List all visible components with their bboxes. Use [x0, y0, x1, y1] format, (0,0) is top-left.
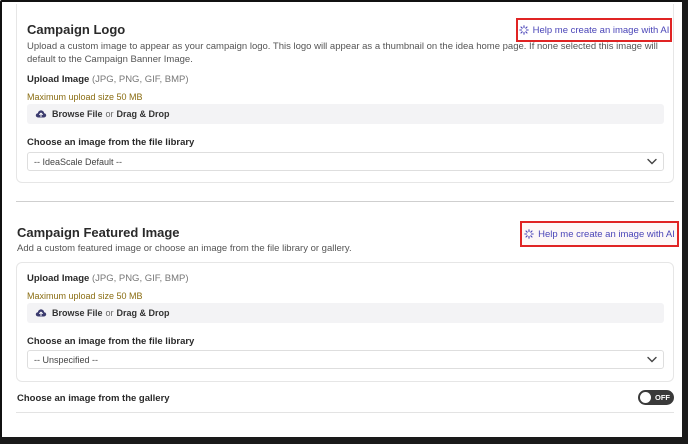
featured-image-description: Add a custom featured image or choose an… — [17, 243, 352, 254]
featured-ai-button-label: Help me create an image with AI — [538, 228, 675, 240]
campaign-logo-description: Upload a custom image to appear as your … — [27, 41, 658, 65]
campaign-logo-title: Campaign Logo — [27, 22, 126, 37]
toggle-knob — [640, 392, 651, 403]
featured-upload-formats: (JPG, PNG, GIF, BMP) — [91, 273, 189, 284]
logo-ai-button[interactable]: Help me create an image with AI — [516, 18, 672, 42]
featured-upload-dropzone[interactable]: Browse File or Drag & Drop — [27, 303, 664, 323]
featured-library-selected: -- Unspecified -- — [34, 354, 99, 365]
sparkle-spinner-icon — [524, 229, 534, 239]
featured-upload-label: Upload Image (JPG, PNG, GIF, BMP) — [27, 273, 189, 284]
featured-ai-button[interactable]: Help me create an image with AI — [520, 221, 679, 247]
logo-ai-button-label: Help me create an image with AI — [532, 24, 670, 36]
logo-upload-formats: (JPG, PNG, GIF, BMP) — [91, 74, 189, 85]
featured-image-title: Campaign Featured Image — [17, 225, 180, 240]
logo-upload-label-text: Upload Image — [27, 74, 90, 85]
logo-library-label: Choose an image from the file library — [27, 137, 195, 148]
logo-library-selected: -- IdeaScale Default -- — [34, 156, 123, 167]
logo-or-text: or — [105, 109, 114, 119]
logo-upload-label: Upload Image (JPG, PNG, GIF, BMP) — [27, 74, 189, 85]
section-divider — [16, 201, 674, 202]
gallery-label: Choose an image from the gallery — [17, 393, 170, 404]
cloud-upload-icon — [35, 307, 47, 319]
frame-bottom-edge — [0, 437, 688, 444]
logo-library-select[interactable]: -- IdeaScale Default -- — [27, 152, 664, 171]
cloud-upload-icon — [35, 108, 47, 120]
featured-or-text: or — [105, 308, 114, 318]
gallery-toggle[interactable]: OFF — [638, 390, 674, 405]
sparkle-spinner-icon — [518, 25, 529, 35]
chevron-down-icon — [647, 157, 657, 167]
featured-library-select[interactable]: -- Unspecified -- — [27, 350, 664, 369]
gallery-divider — [16, 412, 674, 413]
featured-browse-file-link[interactable]: Browse File — [52, 308, 103, 318]
toggle-state-label: OFF — [655, 393, 670, 402]
logo-browse-file-link[interactable]: Browse File — [52, 109, 103, 119]
featured-max-size: Maximum upload size 50 MB — [27, 291, 143, 301]
logo-upload-dropzone[interactable]: Browse File or Drag & Drop — [27, 104, 664, 124]
chevron-down-icon — [647, 355, 657, 365]
frame-right-edge — [682, 0, 688, 444]
logo-max-size: Maximum upload size 50 MB — [27, 92, 143, 102]
featured-library-label: Choose an image from the file library — [27, 336, 195, 347]
featured-drag-drop-text: Drag & Drop — [116, 308, 170, 318]
featured-upload-label-text: Upload Image — [27, 273, 90, 284]
logo-drag-drop-text: Drag & Drop — [116, 109, 170, 119]
